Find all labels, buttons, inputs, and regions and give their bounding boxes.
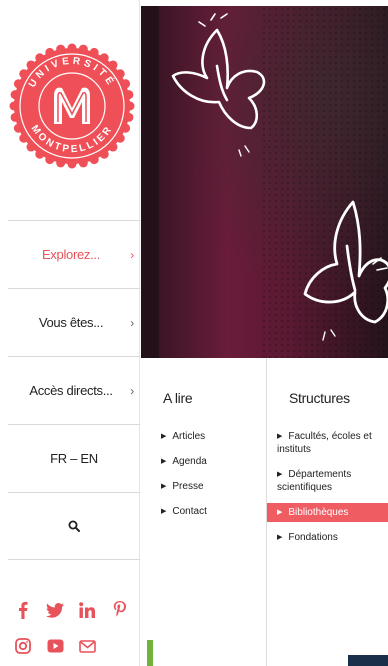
nav-item-label: Explorez...: [41, 247, 101, 262]
hero-image: [141, 6, 388, 358]
mail-icon[interactable]: [78, 637, 96, 655]
nav-item-explorez[interactable]: Explorez... ›: [8, 220, 140, 288]
nav-item-label: Accès directs...: [29, 383, 113, 398]
nav-item-label: Vous êtes...: [38, 315, 104, 330]
nav-item-acces-directs[interactable]: Accès directs... ›: [8, 356, 140, 424]
sidebar: UNIVERSITÉ MONTPELLIER Explorez... › Vou…: [0, 0, 140, 666]
twitter-icon[interactable]: [46, 601, 64, 619]
logo-seal-icon: UNIVERSITÉ MONTPELLIER: [9, 43, 135, 169]
language-switch[interactable]: FR – EN: [8, 424, 140, 492]
menu-link-departements[interactable]: ▶ Départements scientifiques: [267, 468, 388, 494]
pinterest-icon[interactable]: [110, 601, 128, 619]
menu-link-fondations[interactable]: ▶ Fondations: [267, 531, 388, 544]
bullet-arrow-icon: ▶: [277, 534, 283, 541]
menu-link-presse[interactable]: ▶ Presse: [161, 480, 207, 493]
chevron-right-icon: ›: [130, 315, 134, 330]
bullet-arrow-icon: ▶: [277, 509, 283, 516]
link-list: ▶ Facultés, écoles et instituts ▶ Départem…: [267, 430, 388, 556]
bullet-arrow-icon: ▶: [161, 458, 167, 465]
bullet-arrow-icon: ▶: [161, 483, 167, 490]
bullet-arrow-icon: ▶: [161, 433, 167, 440]
search-button[interactable]: [8, 492, 140, 560]
link-list: ▶ Articles ▶ Agenda ▶ Presse ▶ Contact: [161, 430, 207, 530]
youtube-icon[interactable]: [46, 637, 64, 655]
main-nav: Explorez... › Vous êtes... › Accès direc…: [8, 220, 140, 560]
chevron-right-icon: ›: [130, 247, 134, 262]
menu-link-contact[interactable]: ▶ Contact: [161, 505, 207, 518]
bullet-arrow-icon: ▶: [277, 471, 283, 478]
column-title: Structures: [289, 390, 350, 406]
nav-item-vous-etes[interactable]: Vous êtes... ›: [8, 288, 140, 356]
search-icon: [68, 520, 80, 532]
menu-link-agenda[interactable]: ▶ Agenda: [161, 455, 207, 468]
instagram-icon[interactable]: [14, 637, 32, 655]
bullet-arrow-icon: ▶: [277, 433, 283, 440]
linkedin-icon[interactable]: [78, 601, 96, 619]
chevron-right-icon: ›: [130, 383, 134, 398]
language-label: FR – EN: [50, 451, 98, 466]
bullet-arrow-icon: ▶: [161, 508, 167, 515]
column-title: A lire: [163, 390, 193, 406]
partial-image-strip: [348, 655, 388, 666]
university-logo[interactable]: UNIVERSITÉ MONTPELLIER: [8, 22, 136, 194]
menu-link-facultes[interactable]: ▶ Facultés, écoles et instituts: [267, 430, 388, 456]
social-links: [14, 598, 134, 658]
partial-image-strip: [147, 640, 153, 666]
menu-link-bibliotheques[interactable]: ▶ Bibliothèques: [267, 503, 388, 522]
menu-link-articles[interactable]: ▶ Articles: [161, 430, 207, 443]
facebook-icon[interactable]: [14, 601, 32, 619]
